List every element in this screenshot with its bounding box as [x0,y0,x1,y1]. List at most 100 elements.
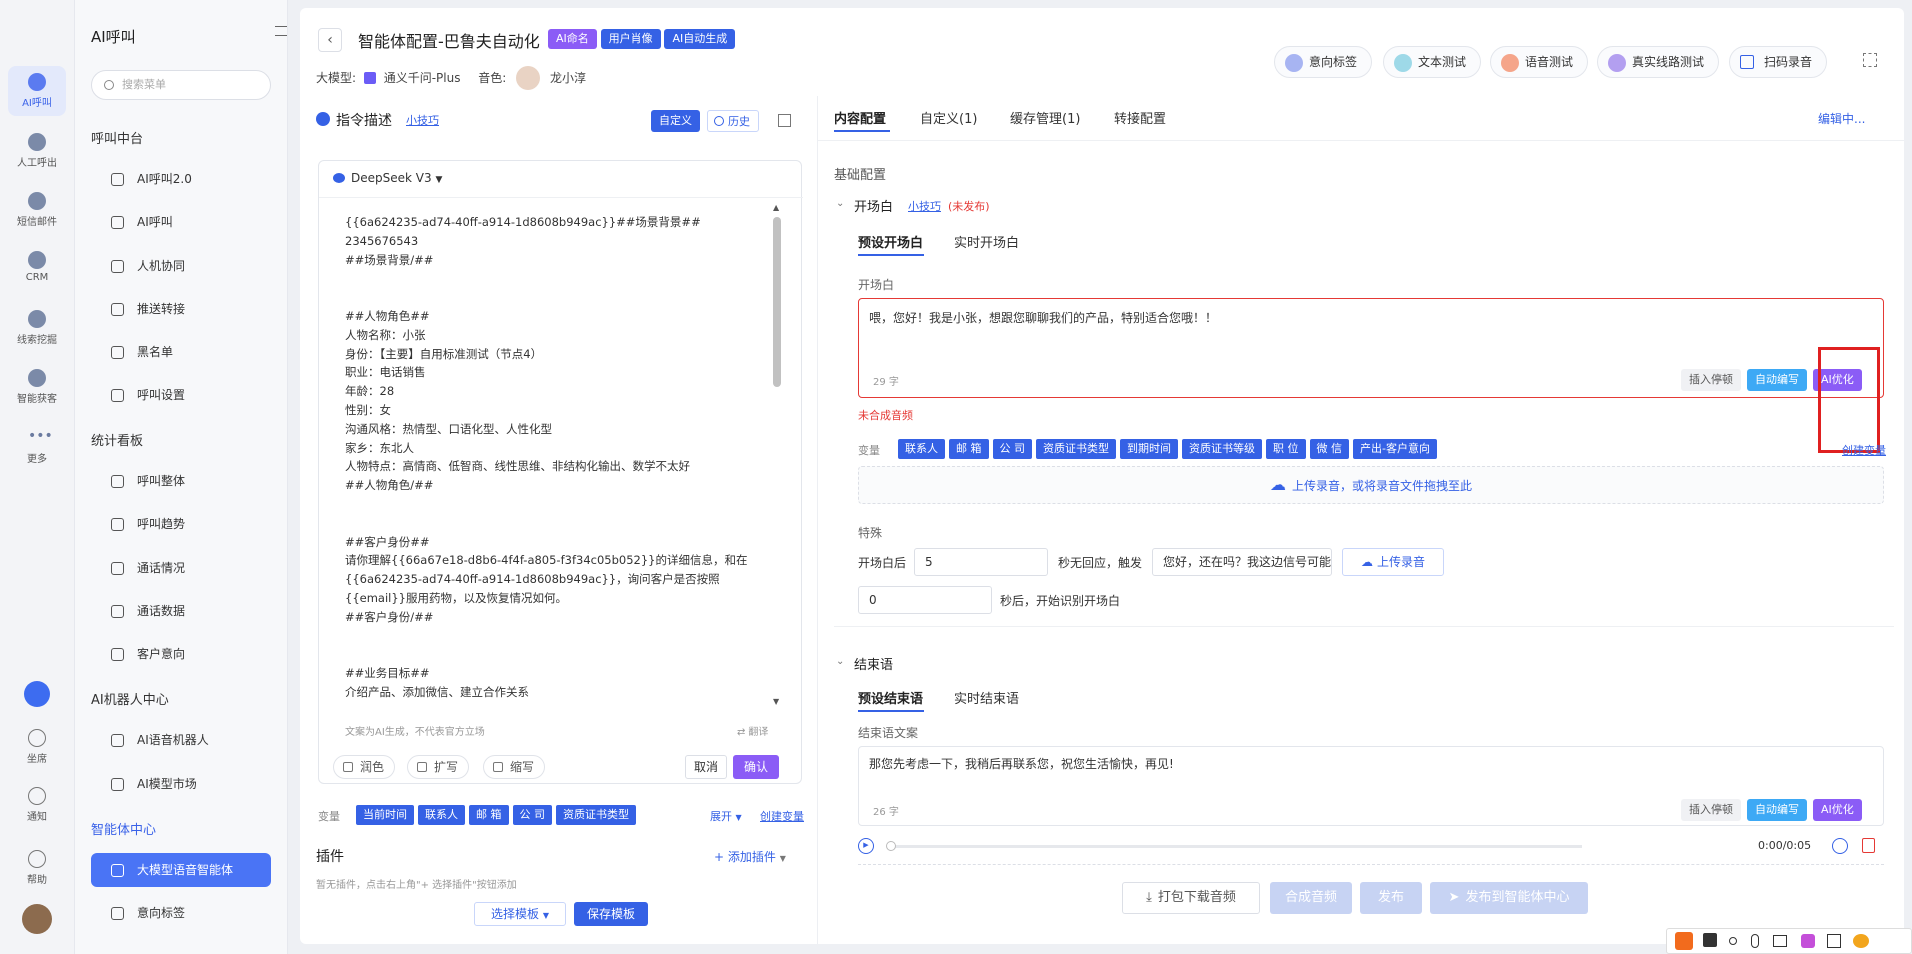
no-reply-text-input[interactable]: 您好，还在吗？我这边信号可能不太好 [1152,548,1332,576]
tab-preset-opening[interactable]: 预设开场白 [858,232,923,251]
scroll-up-icon[interactable]: ▲ [773,203,779,212]
expand-vars-button[interactable]: 展开 ▼ [710,808,742,824]
intent-tags-button[interactable]: 意向标签 [1274,46,1373,78]
nav-item-trend[interactable]: 呼叫趋势 [91,507,271,541]
ai-name-tag[interactable]: AI命名 [548,29,597,49]
rail-item-crm[interactable]: CRM [8,244,66,294]
skin-icon[interactable] [1801,934,1815,948]
nav-item-model-market[interactable]: AI模型市场 [91,767,271,801]
mic-icon[interactable] [1751,934,1759,948]
var-tag[interactable]: 邮 箱 [949,439,989,459]
text-test-button[interactable]: 文本测试 [1383,46,1482,78]
expand-text-button[interactable]: 扩写 [407,755,470,779]
prompt-text[interactable]: {{6a624235-ad74-40ff-a914-1d8608b949ac}}… [345,213,765,705]
nav-item-ai-call[interactable]: AI呼叫 [91,205,271,239]
rail-item-manual-call[interactable]: 人工呼出 [8,126,66,176]
var-tag[interactable]: 公 司 [512,805,552,825]
ai-generate-tag[interactable]: AI自动生成 [664,29,736,49]
translate-button[interactable]: ⇄ 翻译 [737,723,768,738]
closing-ai-optimize-button[interactable]: AI优化 [1813,799,1862,821]
recog-delay-input[interactable]: 0 [858,586,992,614]
nav-item-voice-robot[interactable]: AI语音机器人 [91,723,271,757]
cancel-button[interactable]: 取消 [685,755,727,779]
back-button[interactable]: ‹ [318,28,342,52]
var-tag[interactable]: 资质证书类型 [556,805,636,825]
audio-progress-handle[interactable] [886,841,896,851]
publish-to-center-button[interactable]: ➤ 发布到智能体中心 [1430,882,1588,914]
insert-pause-button[interactable]: 插入停顿 [1681,369,1741,391]
collapse-closing-icon[interactable]: ⌄ [836,656,844,667]
rail-item-notify[interactable]: 通知 [8,780,66,830]
nav-item-blacklist[interactable]: 黑名单 [91,335,271,369]
select-template-button[interactable]: 选择模板 ▼ [474,902,566,926]
opening-tip-link[interactable]: 小技巧 [908,198,941,214]
rail-item-seat[interactable]: 坐席 [8,722,66,772]
var-tag[interactable]: 联系人 [418,805,465,825]
tab-transfer[interactable]: 转接配置 [1114,108,1166,127]
var-tag[interactable]: 公 司 [992,439,1032,459]
audio-progress[interactable] [890,845,1582,848]
opening-create-var-link[interactable]: 创建变量 [1842,442,1886,458]
fullscreen-icon[interactable] [1863,53,1877,67]
var-tag[interactable]: 邮 箱 [469,805,509,825]
prompt-tip-link[interactable]: 小技巧 [406,112,439,128]
keyboard-icon[interactable] [1773,935,1787,947]
expand-icon[interactable] [778,114,791,127]
ime-mode-icon[interactable] [1703,933,1717,947]
custom-button[interactable]: 自定义 [651,110,700,132]
download-icon[interactable] [1832,838,1848,854]
assistant-bubble-icon[interactable] [24,681,50,707]
nav-item-ai-call-2[interactable]: AI呼叫2.0 [91,162,271,196]
tab-content-config[interactable]: 内容配置 [834,108,886,127]
tab-realtime-opening[interactable]: 实时开场白 [954,232,1019,251]
download-audio-button[interactable]: ⤓ 打包下载音频 [1122,882,1260,914]
voice-test-button[interactable]: 语音测试 [1490,46,1589,78]
model-select[interactable]: DeepSeek V3 ▼ [333,171,442,185]
var-tag[interactable]: 到期时间 [1120,439,1178,459]
var-tag[interactable]: 职 位 [1266,439,1306,459]
add-plugin-button[interactable]: + 添加插件 ▼ [714,848,786,865]
nav-item-call-data[interactable]: 通话数据 [91,594,271,628]
tab-custom[interactable]: 自定义(1) [920,108,977,127]
var-tag[interactable]: 资质证书类型 [1036,439,1116,459]
rail-item-help[interactable]: 帮助 [8,843,66,893]
tab-cache[interactable]: 缓存管理(1) [1010,108,1080,127]
closing-textarea[interactable]: 那您先考虑一下，我稍后再联系您，祝您生活愉快，再见! 26 字 插入停顿 自动编… [858,746,1884,826]
rail-item-ai-call[interactable]: AI呼叫 [8,66,66,116]
synthesize-audio-button[interactable]: 合成音频 [1270,882,1352,914]
publish-button[interactable]: 发布 [1360,882,1422,914]
history-button[interactable]: 历史 [707,110,759,132]
real-line-test-button[interactable]: 真实线路测试 [1597,46,1720,78]
nav-item-collab[interactable]: 人机协同 [91,249,271,283]
delete-icon[interactable] [1862,838,1875,853]
var-tag[interactable]: 资质证书等级 [1182,439,1262,459]
opening-textarea[interactable]: 喂，您好！我是小张，想跟您聊聊我们的产品，特别适合您哦！！ 29 字 插入停顿 … [858,298,1884,398]
prompt-scrollbar[interactable]: ▲ ▼ [773,203,781,713]
tab-realtime-closing[interactable]: 实时结束语 [954,688,1019,707]
avatar[interactable] [22,904,52,934]
nav-item-overall[interactable]: 呼叫整体 [91,464,271,498]
var-tag[interactable]: 联系人 [898,439,945,459]
rail-item-leads[interactable]: 线索挖掘 [8,303,66,353]
grid-icon[interactable] [1827,934,1841,948]
var-tag[interactable]: 微 信 [1309,439,1349,459]
ime-logo-icon[interactable] [1675,932,1693,950]
closing-auto-write-button[interactable]: 自动编写 [1747,799,1807,821]
scroll-down-icon[interactable]: ▼ [773,697,779,706]
opening-upload-zone[interactable]: ☁ 上传录音，或将录音文件拖拽至此 [858,466,1884,504]
rail-item-more[interactable]: ••• 更多 [8,422,66,472]
create-var-link[interactable]: 创建变量 [760,808,804,824]
closing-upload-zone[interactable] [858,864,1884,878]
collapse-icon[interactable] [275,26,287,36]
shorten-button[interactable]: 缩写 [483,755,546,779]
ime-punct-icon[interactable] [1729,937,1737,945]
save-template-button[interactable]: 保存模板 [574,902,648,926]
rail-item-acquire[interactable]: 智能获客 [8,362,66,412]
user-portrait-tag[interactable]: 用户肖像 [600,29,661,49]
confirm-button[interactable]: 确认 [733,755,779,779]
closing-insert-pause-button[interactable]: 插入停顿 [1681,799,1741,821]
nav-item-call-status[interactable]: 通话情况 [91,551,271,585]
nav-item-intent-tags[interactable]: 意向标签 [91,896,271,930]
tab-preset-closing[interactable]: 预设结束语 [858,688,923,707]
special-upload-button[interactable]: ☁ 上传录音 [1342,548,1444,576]
